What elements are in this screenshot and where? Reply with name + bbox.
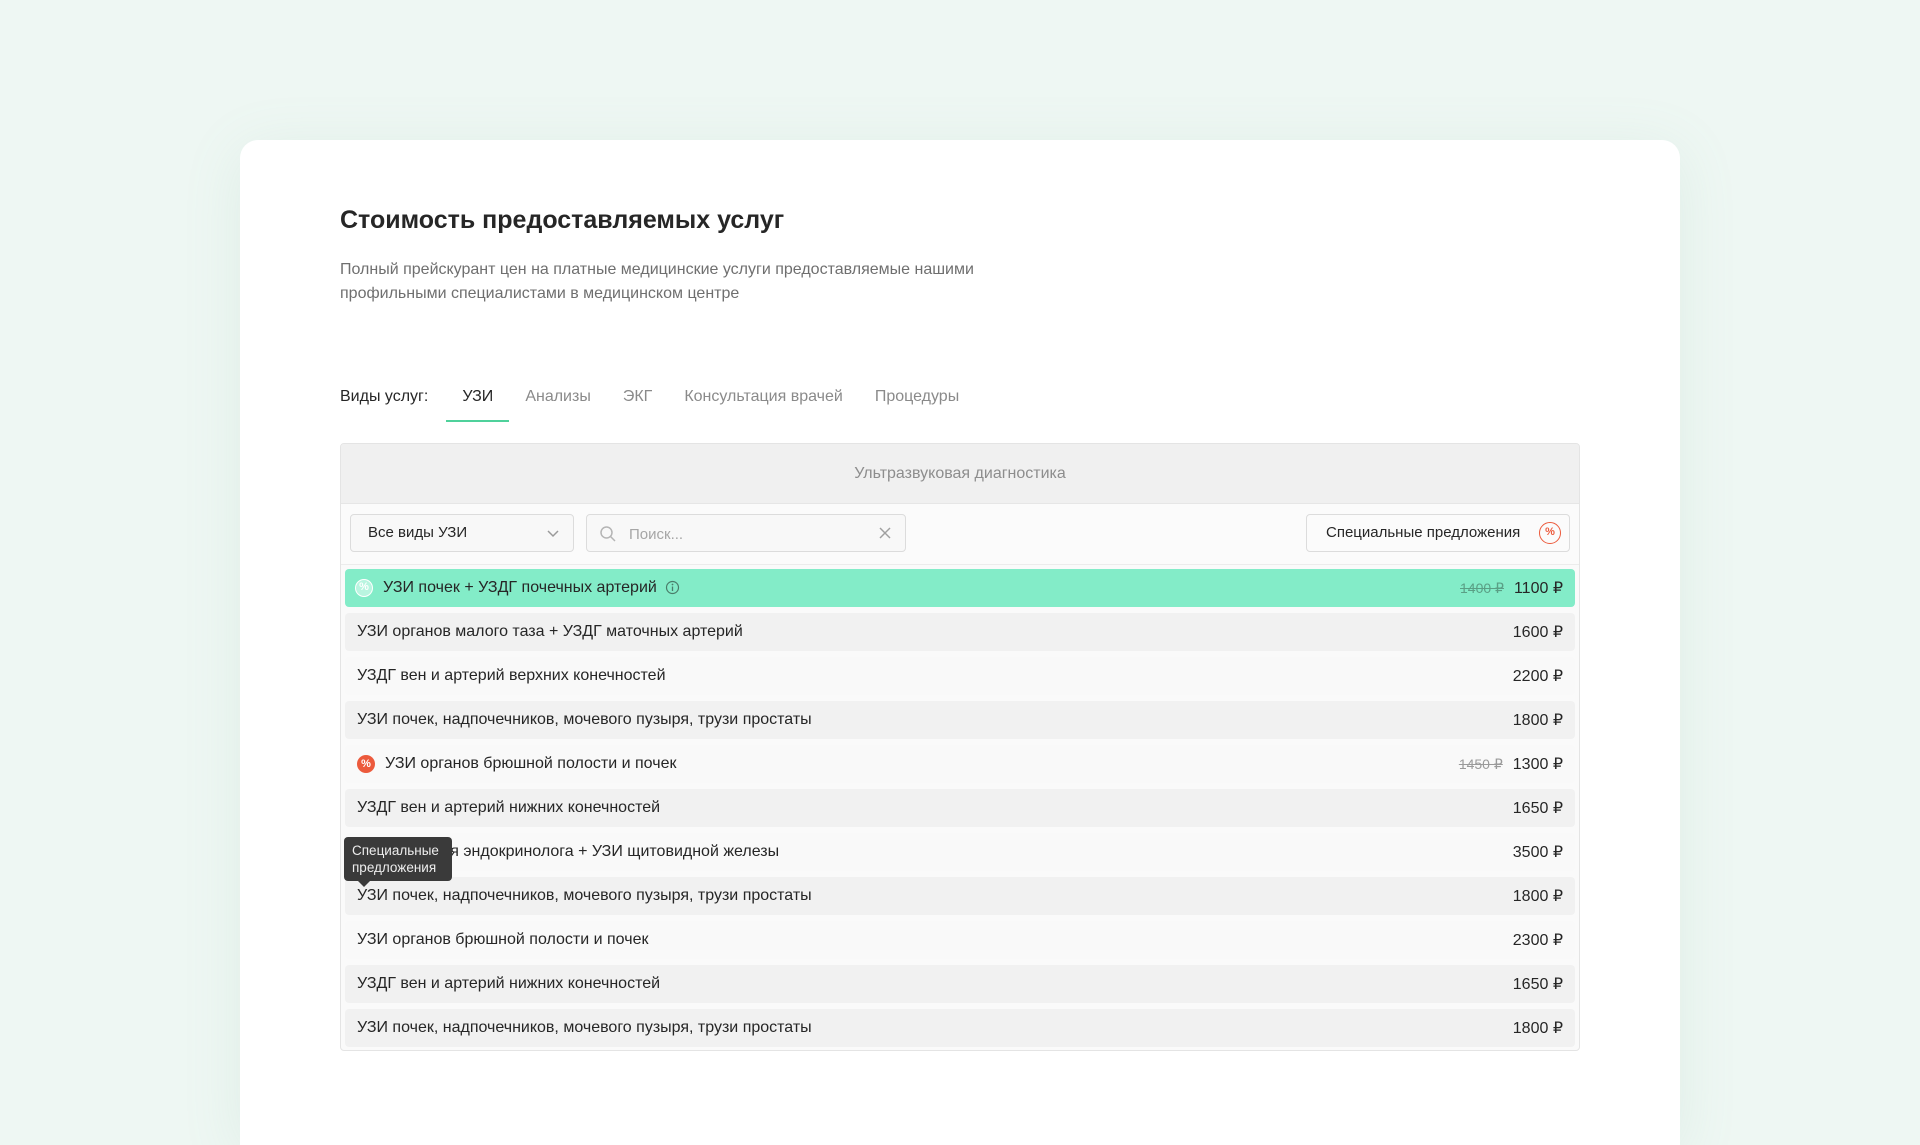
service-name: Консультация эндокринолога + УЗИ щитовид… [357, 843, 780, 860]
percent-icon: % [355, 579, 373, 597]
price-table-panel: Ультразвуковая диагностика Все виды УЗИ [340, 443, 1580, 1051]
percent-icon[interactable]: % [357, 755, 375, 773]
special-offers-label: Специальные предложения [1326, 524, 1521, 541]
info-icon[interactable] [665, 580, 680, 595]
table-row[interactable]: % УЗИ почек + УЗДГ почечных артерий 1400… [345, 569, 1575, 607]
service-price: 1800 ₽ [1512, 712, 1563, 729]
service-price: 1600 ₽ [1512, 624, 1563, 641]
service-name: УЗИ органов малого таза + УЗДГ маточных … [357, 623, 743, 640]
service-price: 3500 ₽ [1512, 844, 1563, 861]
service-price: 2200 ₽ [1512, 668, 1563, 685]
service-type-tabs: Виды услуг: УЗИ Анализы ЭКГ Консультация… [340, 372, 975, 422]
service-name: УЗИ почек, надпочечников, мочевого пузыр… [357, 711, 812, 728]
old-price: 1400 ₽ [1460, 579, 1504, 596]
price-rows: % УЗИ почек + УЗДГ почечных артерий 1400… [341, 565, 1579, 1047]
clear-search-icon[interactable] [879, 527, 891, 539]
service-price: 1650 ₽ [1512, 800, 1563, 817]
table-row[interactable]: УЗИ органов малого таза + УЗДГ маточных … [345, 613, 1575, 651]
search-icon [600, 526, 616, 542]
chevron-down-icon [547, 530, 559, 538]
search-box [586, 514, 906, 553]
search-input[interactable] [627, 515, 871, 553]
service-name: УЗДГ вен и артерий верхних конечностей [357, 667, 666, 684]
tab-uzi[interactable]: УЗИ [446, 372, 510, 422]
table-row[interactable]: УЗДГ вен и артерий верхних конечностей 2… [345, 657, 1575, 695]
table-row[interactable]: УЗДГ вен и артерий нижних конечностей 16… [345, 965, 1575, 1003]
tab-analyses[interactable]: Анализы [509, 372, 607, 422]
table-row[interactable]: УЗИ почек, надпочечников, мочевого пузыр… [345, 1009, 1575, 1047]
table-row[interactable]: УЗДГ вен и артерий нижних конечностей 16… [345, 789, 1575, 827]
uzi-type-select[interactable]: Все виды УЗИ [350, 514, 574, 552]
service-name: УЗДГ вен и артерий нижних конечностей [357, 975, 661, 992]
tab-ecg[interactable]: ЭКГ [607, 372, 668, 422]
uzi-type-select-value: Все виды УЗИ [368, 524, 468, 541]
service-name: УЗИ почек, надпочечников, мочевого пузыр… [357, 887, 812, 904]
service-name: УЗИ почек, надпочечников, мочевого пузыр… [357, 1019, 812, 1036]
service-price: 1300 ₽ [1512, 756, 1563, 773]
table-row[interactable]: УЗИ почек, надпочечников, мочевого пузыр… [345, 701, 1575, 739]
tabs-label: Виды услуг: [340, 388, 429, 405]
service-name: УЗИ органов брюшной полости и почек [385, 755, 677, 772]
service-price: 1650 ₽ [1512, 976, 1563, 993]
filter-toolbar: Все виды УЗИ Специальные предложения % [341, 504, 1579, 565]
table-row[interactable]: Консультация эндокринолога + УЗИ щитовид… [345, 833, 1575, 871]
special-offers-tooltip: Специальные предложения [344, 837, 452, 887]
service-name: УЗИ почек + УЗДГ почечных артерий [383, 579, 1460, 597]
special-offers-button[interactable]: Специальные предложения % [1306, 514, 1570, 552]
tab-doctor-consultation[interactable]: Консультация врачей [668, 372, 859, 422]
table-row[interactable]: % УЗИ органов брюшной полости и почек 14… [345, 745, 1575, 783]
service-price: 1800 ₽ [1512, 1020, 1563, 1037]
table-row[interactable]: УЗИ органов брюшной полости и почек 2300… [345, 921, 1575, 959]
old-price: 1450 ₽ [1458, 755, 1503, 772]
tab-procedures[interactable]: Процедуры [859, 372, 975, 422]
panel-header: Ультразвуковая диагностика [341, 444, 1579, 504]
percent-icon: % [1539, 522, 1561, 544]
price-list-card: Стоимость предоставляемых услуг Полный п… [240, 140, 1680, 1145]
service-name: УЗИ органов брюшной полости и почек [357, 931, 649, 948]
service-price: 1100 ₽ [1513, 580, 1563, 597]
service-price: 1800 ₽ [1512, 888, 1563, 905]
service-price: 2300 ₽ [1512, 932, 1563, 949]
service-name: УЗДГ вен и артерий нижних конечностей [357, 799, 661, 816]
table-row[interactable]: УЗИ почек, надпочечников, мочевого пузыр… [345, 877, 1575, 915]
page-title: Стоимость предоставляемых услуг [340, 206, 785, 234]
page-subtitle: Полный прейскурант цен на платные медици… [340, 261, 974, 302]
